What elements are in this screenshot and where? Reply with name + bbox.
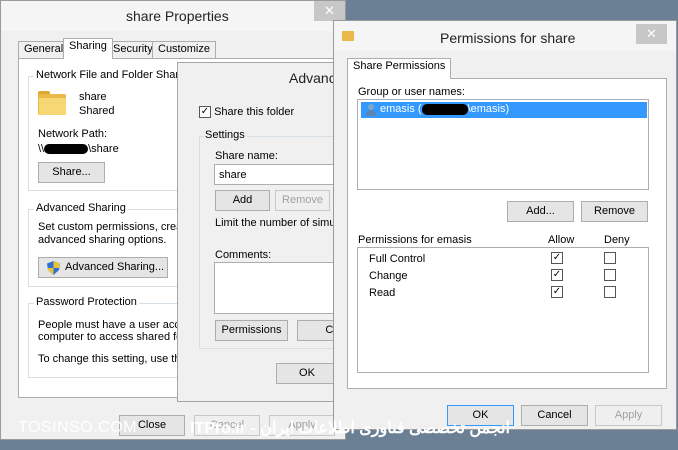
permissions-title-bar: Permissions for share ✕ [334, 21, 676, 51]
permissions-window: Permissions for share ✕ Share Permission… [333, 20, 677, 430]
settings-label: Settings [203, 129, 247, 141]
password-protection-line-1: People must have a user accour [38, 319, 196, 331]
limit-users-label: Limit the number of simulta [215, 217, 347, 229]
add-share-button[interactable]: Add [215, 190, 270, 211]
redacted-domain [421, 103, 468, 115]
password-protection-line-3: To change this setting, use the N [38, 353, 198, 365]
watermark-overlay: TOSINSO.COM انجمن تخصصی فناوری اطلاعات ا… [0, 412, 678, 450]
permission-row: Full Control ✓ [369, 252, 639, 267]
allow-checkbox[interactable]: ✓ [551, 269, 563, 281]
advanced-sharing-button-label: Advanced Sharing... [65, 261, 165, 273]
remove-user-button[interactable]: Remove [581, 201, 648, 222]
permissions-for-label: Permissions for emasis [358, 234, 472, 246]
folder-name: share [79, 91, 107, 103]
advanced-sharing-window: Advanc ✓ Share this folder Settings Shar… [177, 62, 347, 402]
add-user-button[interactable]: Add... [507, 201, 574, 222]
allow-checkbox[interactable]: ✓ [551, 252, 563, 264]
tab-share-permissions[interactable]: Share Permissions [347, 58, 452, 79]
group-user-names-label: Group or user names: [358, 86, 465, 98]
share-this-folder-checkbox[interactable]: ✓ [199, 106, 211, 119]
folder-status: Shared [79, 105, 115, 117]
network-sharing-label: Network File and Folder Sharing [34, 69, 196, 81]
user-entry-label: emasis (\emasis) [380, 103, 510, 115]
permission-name: Read [369, 287, 396, 299]
advanced-sharing-button[interactable]: Advanced Sharing... [38, 257, 168, 278]
share-this-folder-label: Share this folder [214, 106, 295, 119]
permissions-close-button[interactable]: ✕ [636, 24, 667, 44]
share-this-folder-option[interactable]: ✓ Share this folder [199, 106, 295, 119]
deny-checkbox[interactable] [604, 269, 616, 281]
permissions-button[interactable]: Permissions [215, 320, 288, 341]
permission-row: Change ✓ [369, 269, 639, 284]
advanced-window-title: Advanc [289, 70, 336, 86]
deny-column-header: Deny [604, 234, 630, 246]
tab-security[interactable]: Security [107, 41, 159, 58]
password-protection-label: Password Protection [34, 296, 139, 308]
close-window-button[interactable]: ✕ [314, 1, 345, 21]
share-button[interactable]: Share... [38, 162, 105, 183]
window-title: share Properties [126, 8, 229, 24]
share-name-value: share [219, 169, 247, 181]
advanced-sharing-label: Advanced Sharing [34, 202, 128, 214]
permission-name: Full Control [369, 253, 426, 265]
network-path-label: Network Path: [38, 128, 108, 140]
title-folder-icon [342, 31, 354, 41]
redacted-hostname [44, 144, 89, 155]
watermark-right: انجمن تخصصی فناوری اطلاعات ایران - ITPro… [190, 420, 510, 437]
allow-checkbox[interactable]: ✓ [551, 286, 563, 298]
advanced-sharing-description-2: advanced sharing options. [38, 234, 167, 246]
comments-label: Comments: [215, 249, 272, 261]
remove-share-button[interactable]: Remove [275, 190, 330, 211]
permission-name: Change [369, 270, 408, 282]
share-name-label: Share name: [215, 150, 278, 162]
shield-icon [47, 261, 60, 275]
comments-textarea[interactable] [214, 262, 346, 314]
advanced-ok-button[interactable]: OK [276, 363, 338, 384]
user-list-item[interactable]: emasis (\emasis) [361, 102, 647, 118]
share-name-input[interactable]: share [214, 164, 346, 185]
network-path-value: \\ \share [38, 143, 119, 155]
tab-customize[interactable]: Customize [152, 41, 216, 58]
folder-icon [38, 91, 66, 115]
allow-column-header: Allow [548, 234, 575, 246]
deny-checkbox[interactable] [604, 252, 616, 264]
permission-row: Read ✓ [369, 286, 639, 301]
user-list[interactable]: emasis (\emasis) [357, 99, 649, 190]
password-protection-line-2: computer to access shared folde [38, 331, 197, 343]
tab-sharing[interactable]: Sharing [63, 38, 113, 59]
permissions-window-title: Permissions for share [440, 30, 576, 46]
user-icon [366, 104, 376, 116]
tab-general[interactable]: General [18, 41, 70, 58]
title-bar: share Properties ✕ [1, 1, 345, 31]
deny-checkbox[interactable] [604, 286, 616, 298]
watermark-left: TOSINSO.COM [18, 419, 137, 436]
